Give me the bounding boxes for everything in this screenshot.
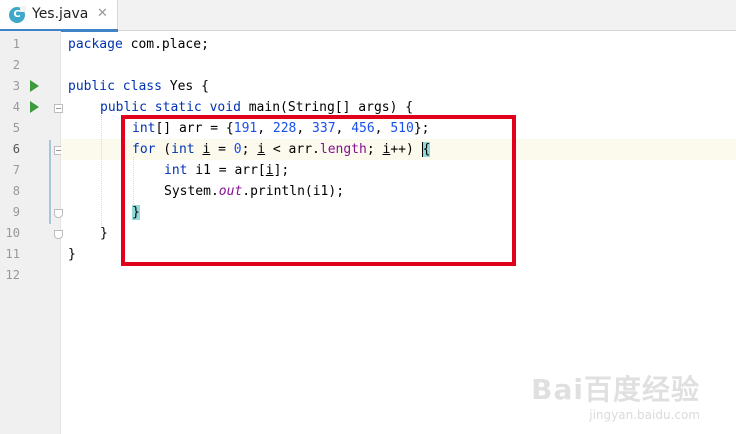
line-number: 9 [12, 205, 20, 219]
code-line-6: for (int i = 0; i < arr.length; i++) { [132, 142, 431, 157]
java-class-icon: C [9, 6, 26, 23]
watermark-logo: Bai百度经验 [531, 373, 700, 406]
watermark-url: jingyan.baidu.com [589, 408, 700, 422]
tab-yes-java[interactable]: C Yes.java ✕ [0, 0, 118, 32]
editor-gutter[interactable]: 1 2 3 4 5 6 7 8 9 10 11 12 [0, 31, 63, 434]
line-number: 2 [12, 58, 20, 72]
code-line-7: int i1 = arr[i]; [164, 163, 290, 178]
line-number: 11 [5, 247, 20, 261]
code-line-4: public static void main(String[] args) { [100, 100, 414, 115]
vcs-change-marker[interactable] [49, 140, 51, 224]
run-class-icon[interactable] [30, 80, 39, 92]
code-line-1: package com.place; [68, 37, 209, 52]
code-line-3: public class Yes { [68, 79, 209, 94]
line-number: 12 [5, 268, 20, 282]
code-line-8: System.out.println(i1); [164, 184, 345, 199]
tab-title: Yes.java [32, 6, 89, 22]
code-line-9: } [132, 202, 140, 223]
line-number: 7 [12, 163, 20, 177]
code-line-10: } [100, 226, 108, 241]
line-number: 3 [12, 79, 20, 93]
line-number: 4 [12, 100, 20, 114]
code-line-5: int[] arr = {191, 228, 337, 456, 510}; [132, 121, 430, 136]
line-number: 1 [12, 37, 20, 51]
line-number: 6 [12, 142, 20, 156]
editor-tab-bar: C Yes.java ✕ [0, 0, 736, 32]
line-number: 5 [12, 121, 20, 135]
run-main-icon[interactable] [30, 101, 39, 113]
matching-brace-highlight: } [132, 205, 140, 220]
watermark: Bai百度经验 jingyan.baidu.com [531, 368, 700, 422]
code-line-11: } [68, 247, 76, 262]
matching-brace-highlight: { [421, 142, 431, 157]
line-number: 8 [12, 184, 20, 198]
indent-guide [101, 115, 102, 230]
close-icon[interactable]: ✕ [97, 6, 108, 21]
line-number: 10 [5, 226, 20, 240]
